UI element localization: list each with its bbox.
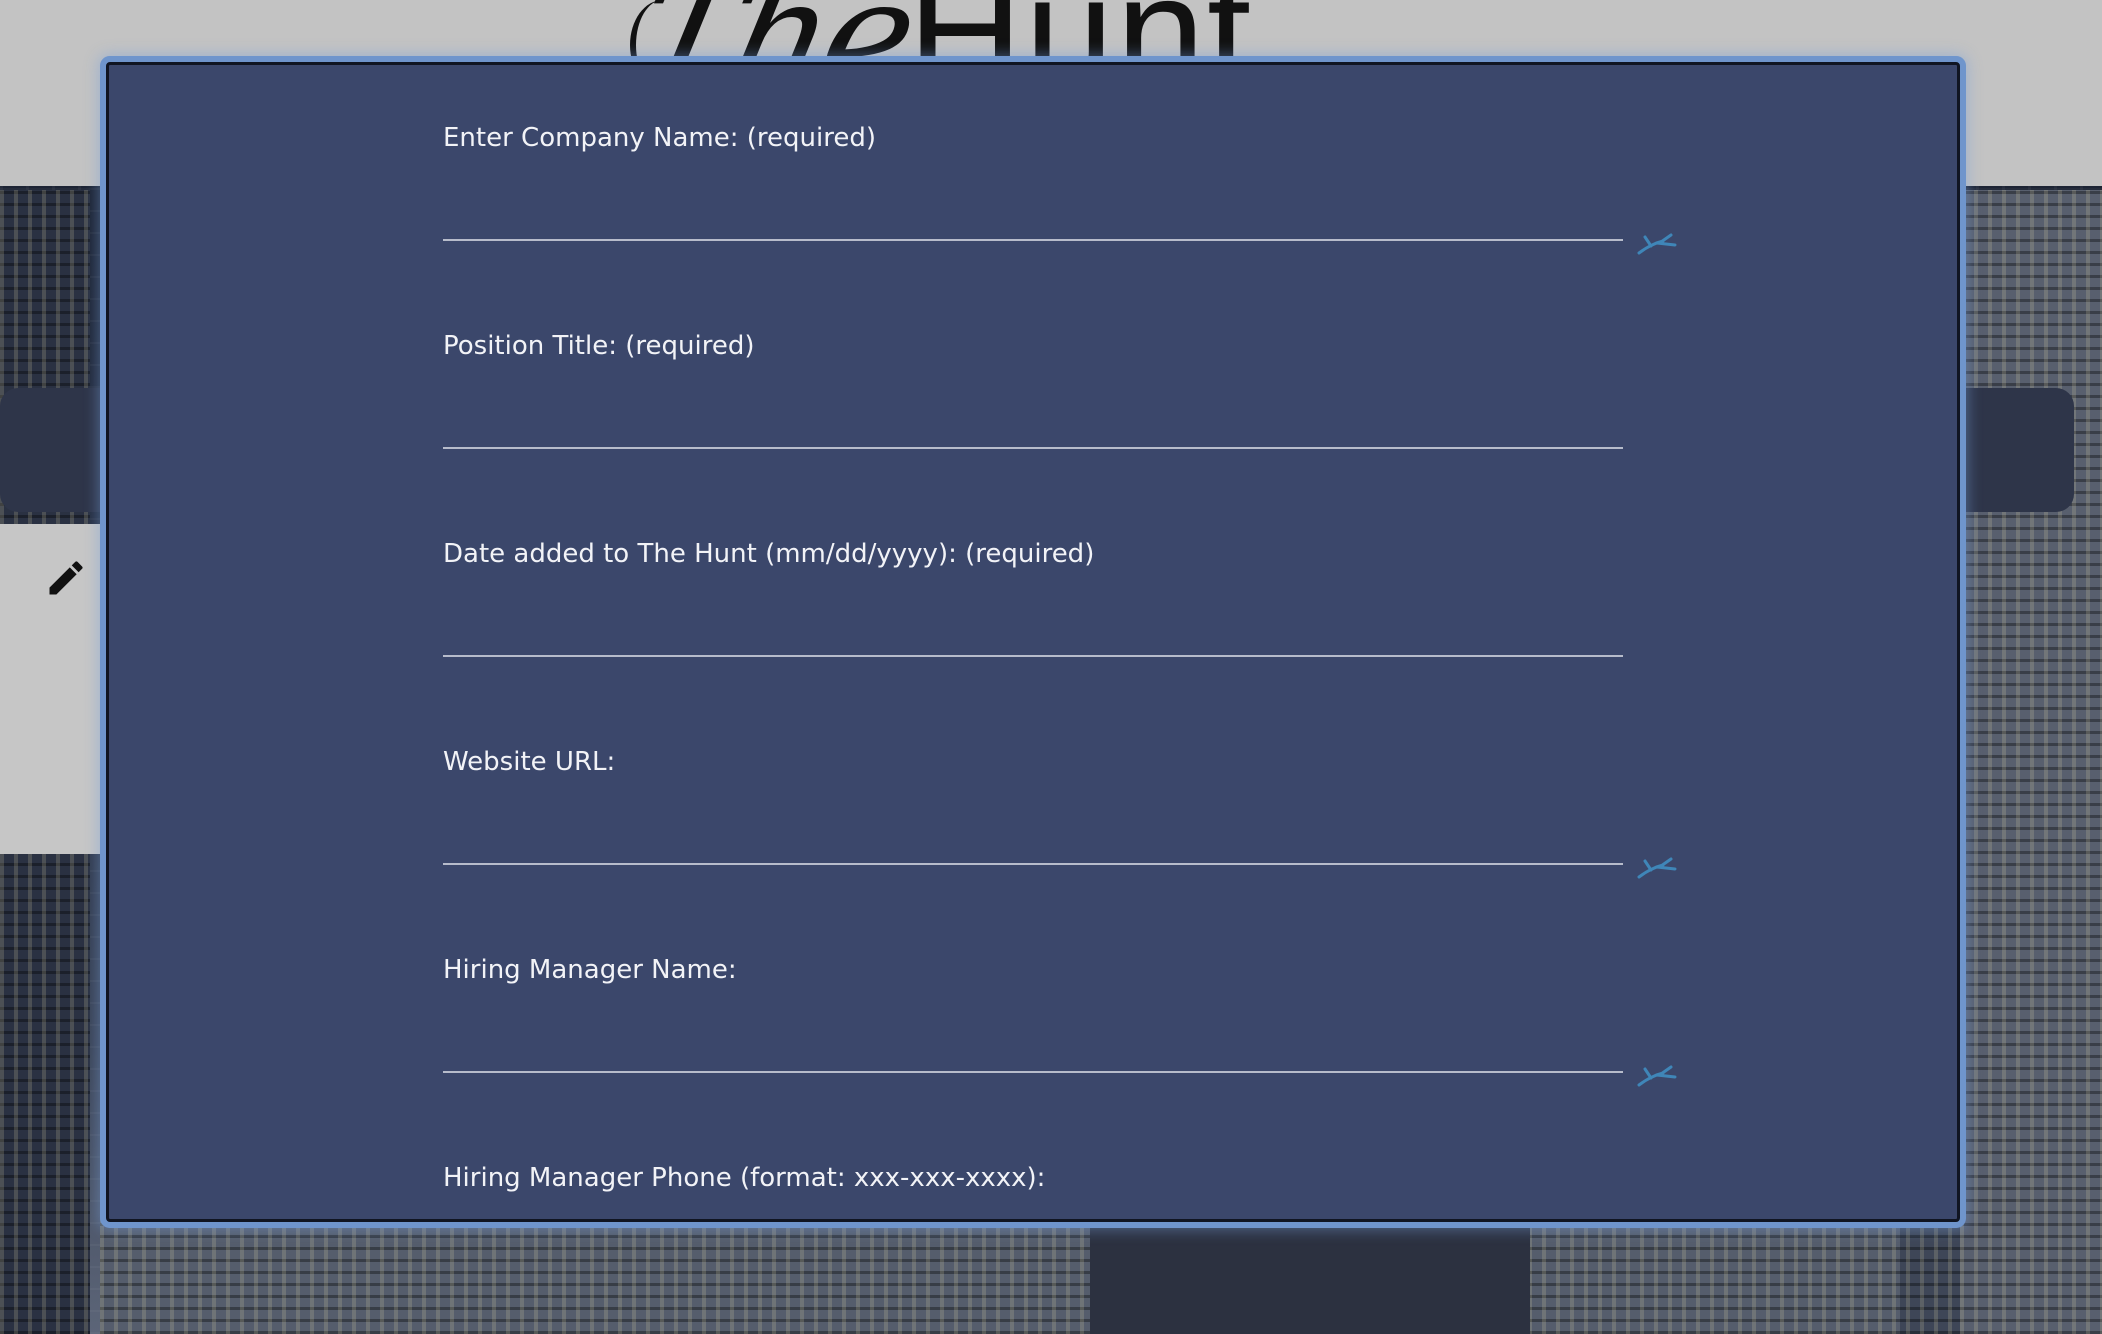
website-url-input[interactable] bbox=[443, 823, 1623, 865]
hiring-manager-name-input[interactable] bbox=[443, 1031, 1623, 1073]
position-title-label: Position Title: (required) bbox=[443, 331, 755, 361]
website-url-field: Website URL: bbox=[443, 745, 1677, 879]
website-url-label: Website URL: bbox=[443, 747, 616, 777]
company-name-label: Enter Company Name: (required) bbox=[443, 123, 876, 153]
company-name-input[interactable] bbox=[443, 199, 1623, 241]
hiring-manager-name-field: Hiring Manager Name: bbox=[443, 953, 1677, 1087]
autofill-icon[interactable] bbox=[1635, 855, 1679, 885]
position-title-field: Position Title: (required) bbox=[443, 329, 1623, 449]
autofill-icon[interactable] bbox=[1635, 231, 1679, 261]
company-name-field: Enter Company Name: (required) bbox=[443, 121, 1677, 255]
date-added-input[interactable] bbox=[443, 615, 1623, 657]
position-title-input[interactable] bbox=[443, 407, 1623, 449]
autofill-icon[interactable] bbox=[1635, 1063, 1679, 1093]
background-rooftop bbox=[1090, 1210, 1530, 1334]
pencil-icon[interactable] bbox=[44, 556, 88, 600]
date-added-label: Date added to The Hunt (mm/dd/yyyy): (re… bbox=[443, 539, 1095, 569]
date-added-field: Date added to The Hunt (mm/dd/yyyy): (re… bbox=[443, 537, 1623, 657]
add-job-modal: Enter Company Name: (required) Position … bbox=[106, 62, 1960, 1222]
app-logo[interactable]: TheHunt bbox=[622, 0, 1253, 123]
hiring-manager-phone-label: Hiring Manager Phone (format: xxx-xxx-xx… bbox=[443, 1163, 1046, 1193]
hiring-manager-phone-field: Hiring Manager Phone (format: xxx-xxx-xx… bbox=[443, 1161, 1623, 1219]
background-building bbox=[1960, 190, 2102, 1334]
hiring-manager-name-label: Hiring Manager Name: bbox=[443, 955, 737, 985]
